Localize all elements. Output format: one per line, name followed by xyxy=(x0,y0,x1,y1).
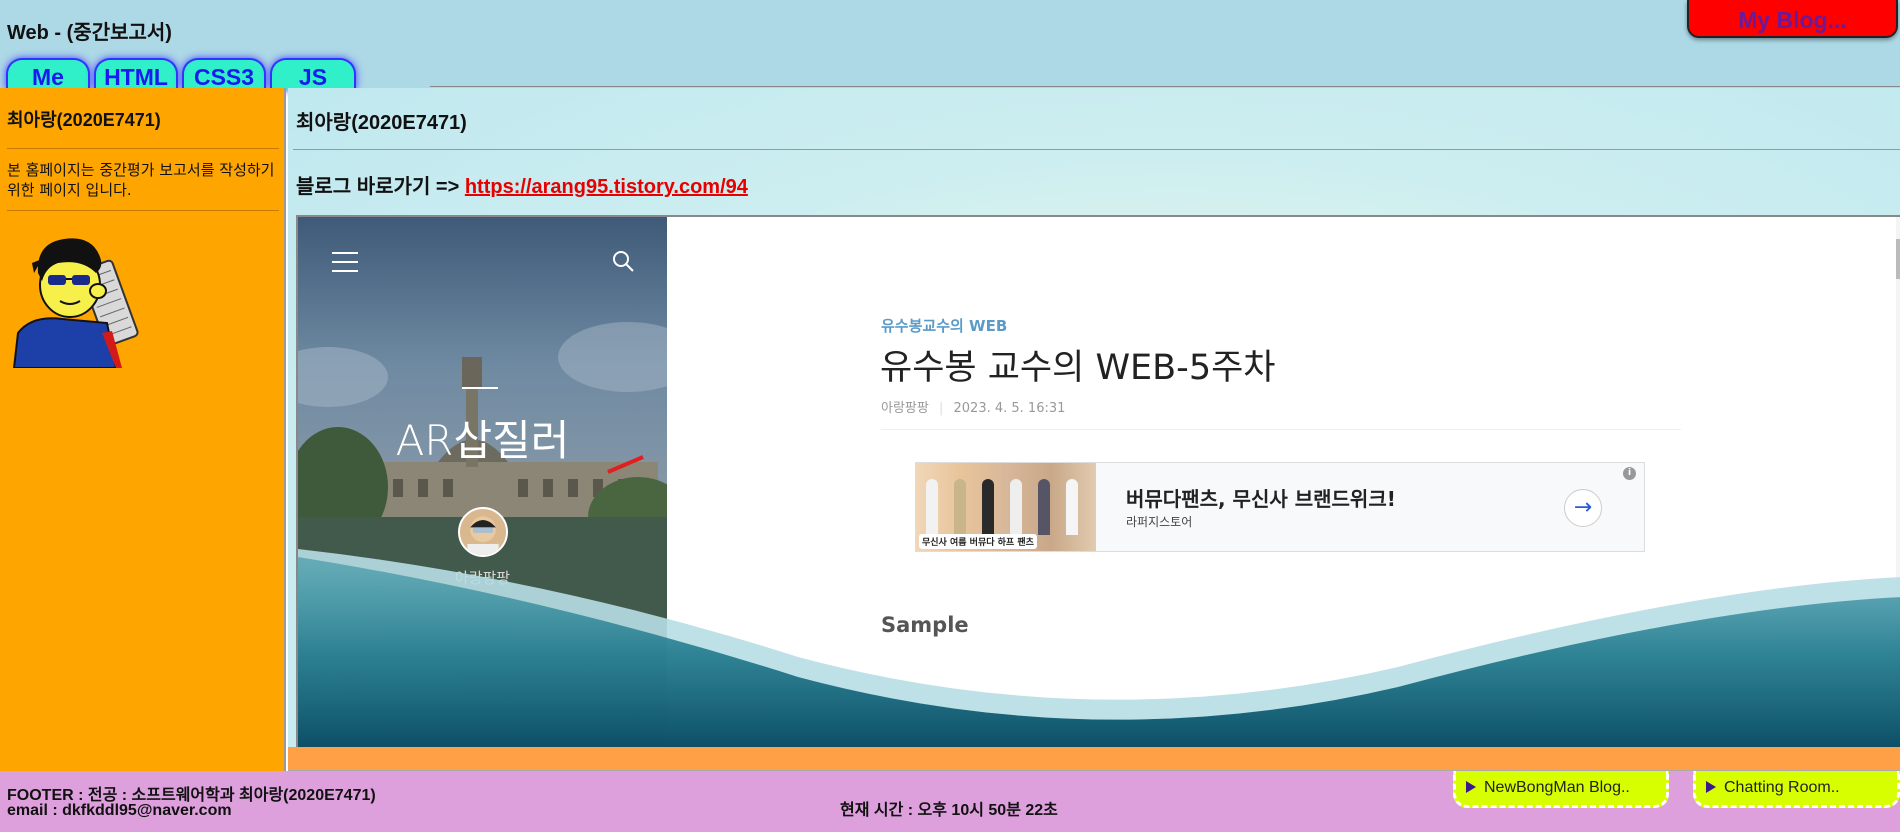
header: Web - (중간보고서) My Blog... Me HTML CSS3 JS xyxy=(0,0,1900,90)
blog-link-line: 블로그 바로가기 => https://arang95.tistory.com/… xyxy=(296,170,748,199)
blog-title-dash xyxy=(462,387,498,389)
my-blog-button[interactable]: My Blog... xyxy=(1687,0,1898,38)
footer: FOOTER : 전공 : 소프트웨어학과 최아랑(2020E7471) ema… xyxy=(0,771,1900,832)
header-divider xyxy=(430,86,1900,87)
current-time: 현재 시간 : 오후 10시 50분 22초 xyxy=(840,802,1058,819)
post-divider xyxy=(881,429,1681,430)
site-title: Web - (중간보고서) xyxy=(7,22,172,44)
ad-title[interactable]: 버뮤다팬츠, 무신사 브랜드위크! xyxy=(1126,483,1396,512)
content-bottom-strip xyxy=(288,747,1900,771)
arrow-right-icon[interactable]: → xyxy=(1564,489,1602,527)
tab-me[interactable]: Me xyxy=(6,58,90,90)
sidebar-description: 본 홈페이지는 중간평가 보고서를 작성하기 위한 페이지 입니다. xyxy=(7,161,275,199)
newbongman-blog-link[interactable]: NewBongMan Blog.. xyxy=(1453,771,1669,808)
footer-link-label: NewBongMan Blog.. xyxy=(1484,779,1630,796)
footer-link-label: Chatting Room.. xyxy=(1724,779,1840,796)
search-icon[interactable] xyxy=(611,249,635,273)
blog-name[interactable]: AR삽질러 xyxy=(298,407,667,468)
post-meta: 아랑팡팡 | 2023. 4. 5. 16:31 xyxy=(881,397,1065,416)
tab-css3[interactable]: CSS3 xyxy=(182,58,266,90)
meta-separator: | xyxy=(938,401,944,416)
menu-icon[interactable] xyxy=(332,252,358,272)
embedded-blog-frame[interactable]: AR삽질러 아랑팡팡 유수봉교수의 WEB 유수봉 교수의 WEB-5주차 아랑… xyxy=(296,215,1900,747)
sidebar-divider xyxy=(7,148,279,149)
play-icon xyxy=(1706,781,1716,793)
sidebar-divider xyxy=(7,210,279,211)
post-category[interactable]: 유수봉교수의 WEB xyxy=(881,315,1007,336)
post-date: 2023. 4. 5. 16:31 xyxy=(953,401,1066,416)
ad-advertiser: 라퍼지스토어 xyxy=(1126,515,1193,529)
sidebar-name: 최아랑(2020E7471) xyxy=(7,110,161,130)
chatting-room-link[interactable]: Chatting Room.. xyxy=(1693,771,1900,808)
info-icon[interactable]: i xyxy=(1623,467,1636,480)
footer-email: email : dkfkddl95@naver.com xyxy=(7,802,232,819)
main-divider xyxy=(293,149,1900,150)
scrollbar-thumb[interactable] xyxy=(1896,239,1900,279)
post-author: 아랑팡팡 xyxy=(881,401,929,416)
tab-js[interactable]: JS xyxy=(270,58,356,90)
wave-overlay xyxy=(298,549,1900,747)
blog-link-prefix: 블로그 바로가기 => xyxy=(296,176,460,198)
blog-url-link[interactable]: https://arang95.tistory.com/94 xyxy=(465,176,748,198)
play-icon xyxy=(1466,781,1476,793)
main-name-heading: 최아랑(2020E7471) xyxy=(296,112,467,134)
cartoon-avatar-image xyxy=(12,238,139,368)
post-title: 유수봉 교수의 WEB-5주차 xyxy=(880,348,1276,388)
sidebar: 최아랑(2020E7471) 본 홈페이지는 중간평가 보고서를 작성하기 위한… xyxy=(0,88,286,771)
tab-html[interactable]: HTML xyxy=(94,58,178,90)
